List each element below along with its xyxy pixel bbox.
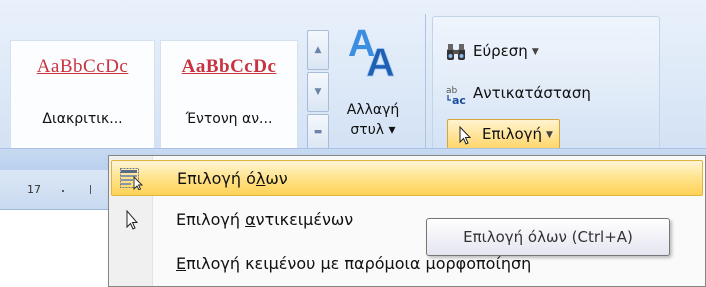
replace-label: Αντικατάσταση	[473, 84, 591, 102]
change-styles-button[interactable]: A A Αλλαγή στυλ ▾	[330, 14, 416, 150]
style-label: Έντονη αν...	[185, 111, 273, 127]
label-part: πιλογή κειμένου με παρόμοια μορφοποίηση	[186, 254, 532, 273]
change-styles-icon: A A	[348, 23, 395, 80]
access-key: λ	[255, 169, 266, 188]
menu-item-label: Επιλογή όλων	[177, 169, 288, 188]
change-styles-line1: Αλλαγή	[346, 102, 400, 118]
label-part: ων	[265, 169, 288, 188]
change-styles-label: Αλλαγή στυλ ▾	[330, 100, 416, 140]
find-label: Εύρεση	[473, 42, 528, 60]
label-part: ντικειμένων	[255, 210, 354, 229]
select-button[interactable]: Επιλογή ▼	[447, 119, 560, 149]
cursor-arrow-icon	[459, 125, 472, 145]
replace-button[interactable]: ab ac Αντικατάσταση	[445, 79, 591, 107]
ruler-dot	[62, 190, 64, 192]
svg-text:ac: ac	[452, 94, 466, 105]
select-label: Επιλογή	[482, 125, 543, 143]
quick-style-strong[interactable]: AaBbCcDc Έντονη αν...	[160, 40, 298, 152]
quick-style-subtle[interactable]: AaBbCcDc Διακριτικ...	[10, 40, 155, 152]
gallery-scroll: ▲ ▼ ▬	[307, 16, 329, 150]
menu-item-label: Επιλογή κειμένου με παρόμοια μορφοποίηση	[176, 254, 531, 273]
gallery-scroll-up-button[interactable]: ▲	[307, 30, 329, 70]
menu-item-label: Επιλογή αντικειμένων	[176, 210, 353, 229]
label-part: Επιλογή ό	[177, 169, 256, 188]
tooltip: Επιλογή όλων (Ctrl+A)	[426, 218, 670, 256]
replace-icon: ab ac	[446, 86, 466, 105]
group-separator	[425, 14, 426, 148]
ribbon: AaBbCcDc Διακριτικ... AaBbCcDc Έντονη αν…	[0, 0, 706, 170]
select-all-icon	[120, 168, 144, 190]
gallery-scroll-down-button[interactable]: ▼	[307, 72, 329, 112]
binoculars-icon	[447, 43, 465, 60]
menu-item-select-all[interactable]: Επιλογή όλων	[111, 160, 703, 196]
access-key: Ε	[176, 254, 187, 273]
access-key: α	[245, 210, 256, 229]
chevron-down-icon: ▼	[546, 129, 553, 140]
cursor-arrow-icon	[126, 209, 139, 230]
style-sample: AaBbCcDc	[36, 56, 129, 77]
change-styles-line2: στυλ ▾	[350, 122, 396, 138]
gallery-more-button[interactable]: ▬	[307, 114, 329, 150]
style-label: Διακριτικ...	[42, 111, 123, 127]
svg-text:A: A	[366, 41, 395, 80]
chevron-down-icon: ▼	[531, 46, 539, 57]
style-sample: AaBbCcDc	[181, 56, 277, 77]
ruler-number: 17	[27, 183, 41, 196]
ruler-tick	[90, 185, 91, 194]
find-button[interactable]: Εύρεση ▼	[445, 37, 539, 65]
editing-group: Εύρεση ▼ ab ac Αντικατάσταση Επιλογή ▼	[432, 16, 660, 152]
label-part: Επιλογή	[176, 210, 246, 229]
